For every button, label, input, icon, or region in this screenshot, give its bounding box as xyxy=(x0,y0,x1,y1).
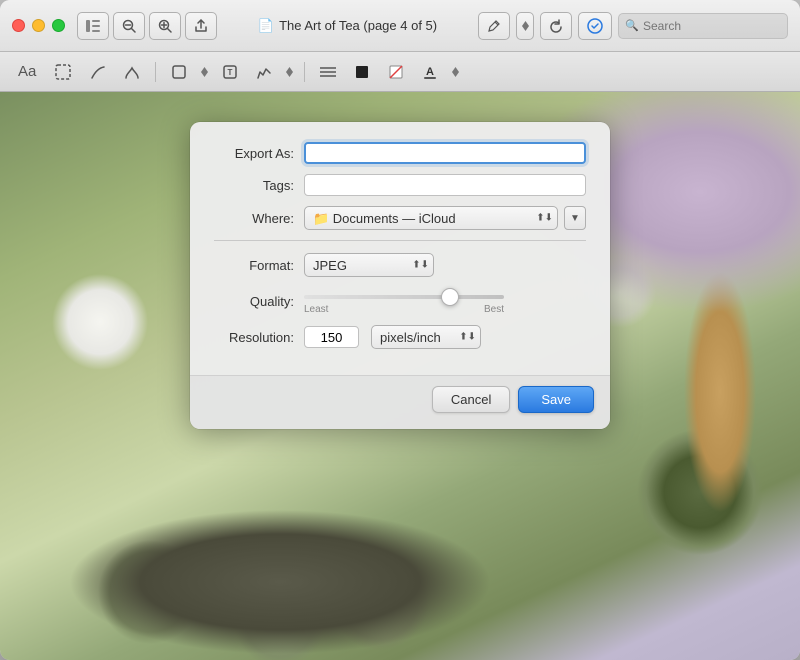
document-icon: 📄 xyxy=(258,18,274,34)
border-color-button[interactable] xyxy=(348,61,376,83)
format-row: Format: JPEG PNG TIFF PDF ⬆⬇ xyxy=(214,253,586,277)
tags-label: Tags: xyxy=(214,178,304,193)
quality-slider[interactable] xyxy=(304,295,504,299)
format-label: Format: xyxy=(214,258,304,273)
sidebar-toggle-button[interactable] xyxy=(77,12,109,40)
export-as-label: Export As: xyxy=(214,146,304,161)
quality-slider-container: Least Best xyxy=(304,287,504,315)
annotate-button[interactable] xyxy=(478,12,510,40)
close-button[interactable] xyxy=(12,19,25,32)
divider1 xyxy=(155,62,156,82)
resolution-controls: pixels/inch pixels/cm ⬆⬇ xyxy=(304,325,481,349)
cancel-button[interactable]: Cancel xyxy=(432,386,510,413)
quality-min-label: Least xyxy=(304,304,328,315)
quality-label: Quality: xyxy=(214,294,304,309)
where-wrapper: 📁 Documents — iCloud Desktop Downloads i… xyxy=(304,206,558,230)
markup-button[interactable] xyxy=(578,12,612,40)
text-button[interactable]: T xyxy=(216,61,244,83)
sign-dropdown[interactable] xyxy=(284,64,295,80)
dialog-footer: Cancel Save xyxy=(190,375,610,429)
where-expand-button[interactable]: ▼ xyxy=(564,206,586,230)
resolution-label: Resolution: xyxy=(214,330,304,345)
shapes-button[interactable] xyxy=(165,61,193,83)
where-selector-wrapper: 📁 Documents — iCloud Desktop Downloads i… xyxy=(304,206,586,230)
sign-button[interactable] xyxy=(250,61,278,83)
app-window: 📄 The Art of Tea (page 4 of 5) xyxy=(0,0,800,660)
unit-select[interactable]: pixels/inch pixels/cm xyxy=(371,325,481,349)
toolbar-right: 🔍 xyxy=(478,12,788,40)
shapes-dropdown[interactable] xyxy=(199,64,210,80)
where-label: Where: xyxy=(214,211,304,226)
font-button[interactable]: Aa xyxy=(12,60,42,83)
export-as-input[interactable] xyxy=(304,142,586,164)
toolbar-left xyxy=(77,12,217,40)
resolution-row: Resolution: pixels/inch pixels/cm ⬆⬇ xyxy=(214,325,586,349)
search-input[interactable] xyxy=(618,13,788,39)
divider2 xyxy=(304,62,305,82)
save-button[interactable]: Save xyxy=(518,386,594,413)
tags-row: Tags: xyxy=(214,174,586,196)
format-select-wrapper: JPEG PNG TIFF PDF ⬆⬇ xyxy=(304,253,434,277)
unit-select-wrapper: pixels/inch pixels/cm ⬆⬇ xyxy=(371,325,481,349)
tags-input[interactable] xyxy=(304,174,586,196)
window-title: The Art of Tea (page 4 of 5) xyxy=(279,18,437,33)
zoom-out-button[interactable] xyxy=(113,12,145,40)
traffic-lights xyxy=(12,19,65,32)
resolution-input[interactable] xyxy=(304,326,359,348)
rotate-button[interactable] xyxy=(540,12,572,40)
share-button[interactable] xyxy=(185,12,217,40)
minimize-button[interactable] xyxy=(32,19,45,32)
dialog-backdrop: Export As: Tags: Where: xyxy=(0,92,800,660)
svg-text:A: A xyxy=(426,66,434,78)
title-area: 📄 The Art of Tea (page 4 of 5) xyxy=(217,18,478,34)
title-bar: 📄 The Art of Tea (page 4 of 5) xyxy=(0,0,800,52)
font-color-button[interactable]: A xyxy=(416,61,444,83)
format-select[interactable]: JPEG PNG TIFF PDF xyxy=(304,253,434,277)
svg-text:T: T xyxy=(228,68,233,77)
section-divider xyxy=(214,240,586,241)
where-select[interactable]: 📁 Documents — iCloud Desktop Downloads i… xyxy=(304,206,558,230)
quality-row: Quality: Least Best xyxy=(214,287,586,315)
font-color-dropdown[interactable] xyxy=(450,64,461,80)
draw-button[interactable] xyxy=(118,61,146,83)
quality-max-label: Best xyxy=(484,304,504,315)
export-as-row: Export As: xyxy=(214,142,586,164)
toolbar2: Aa T xyxy=(0,52,800,92)
search-wrapper: 🔍 xyxy=(618,13,788,39)
content-area: Export As: Tags: Where: xyxy=(0,92,800,660)
export-dialog: Export As: Tags: Where: xyxy=(190,122,610,429)
where-row: Where: 📁 Documents — iCloud Desktop Down… xyxy=(214,206,586,230)
select-button[interactable] xyxy=(48,60,78,84)
sketch-button[interactable] xyxy=(84,61,112,83)
annotate-dropdown[interactable] xyxy=(516,12,534,40)
maximize-button[interactable] xyxy=(52,19,65,32)
zoom-in-button[interactable] xyxy=(149,12,181,40)
fill-color-button[interactable] xyxy=(382,61,410,83)
dialog-body: Export As: Tags: Where: xyxy=(190,122,610,375)
align-button[interactable] xyxy=(314,63,342,81)
quality-slider-wrapper: Least Best xyxy=(304,287,504,315)
where-select-wrapper: 📁 Documents — iCloud Desktop Downloads i… xyxy=(304,206,558,230)
